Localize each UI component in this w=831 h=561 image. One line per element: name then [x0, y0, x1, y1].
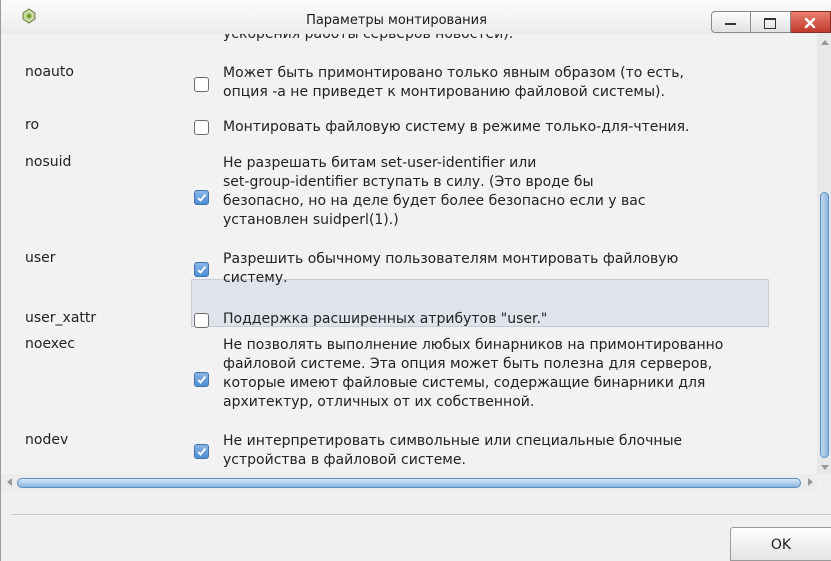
- option-description: Разрешить обычному пользователям монтиро…: [223, 251, 679, 286]
- option-name: noauto: [25, 64, 74, 80]
- option-checkbox-noauto[interactable]: [194, 77, 209, 92]
- scroll-left-icon[interactable]: [7, 478, 12, 486]
- option-checkbox-user_xattr[interactable]: [194, 313, 209, 328]
- option-description: Не разрешать битам set-user-identifier и…: [223, 155, 646, 228]
- option-description: Может быть примонтировано только явным о…: [223, 65, 684, 100]
- horizontal-scrollbar[interactable]: [1, 474, 817, 490]
- scroll-down-icon[interactable]: [821, 465, 829, 470]
- option-name: nosuid: [25, 154, 72, 170]
- option-description: Не позволять выполнение любых бинарников…: [223, 337, 724, 410]
- option-description-partial: ускорения работы серверов новостей).: [223, 34, 514, 42]
- scroll-up-icon[interactable]: [821, 40, 829, 45]
- checkmark-icon: [197, 375, 207, 384]
- scroll-right-icon[interactable]: [808, 478, 813, 486]
- option-description: Не интерпретировать символьные или специ…: [223, 433, 683, 468]
- window-controls: [711, 11, 831, 34]
- option-name: user: [25, 250, 56, 266]
- option-name: ro: [25, 117, 40, 133]
- option-checkbox-noexec[interactable]: [194, 372, 209, 387]
- option-checkbox-user[interactable]: [194, 262, 209, 277]
- option-name: noexec: [25, 336, 75, 352]
- close-icon: [804, 17, 816, 29]
- options-list: ускорения работы серверов новостей). noa…: [1, 34, 817, 474]
- checkmark-icon: [197, 447, 207, 456]
- checkmark-icon: [197, 265, 207, 274]
- vertical-scroll-thumb[interactable]: [820, 192, 829, 458]
- option-checkbox-nodev[interactable]: [194, 444, 209, 459]
- option-description: Монтировать файловую систему в режиме то…: [223, 119, 690, 135]
- divider: [11, 514, 831, 515]
- minimize-button[interactable]: [711, 11, 751, 33]
- option-checkbox-ro[interactable]: [194, 120, 209, 135]
- option-name: nodev: [25, 432, 69, 448]
- vertical-scrollbar[interactable]: [817, 34, 831, 474]
- mount-options-dialog: Параметры монтирования ускорения работы …: [0, 0, 831, 561]
- close-button[interactable]: [791, 11, 831, 33]
- maximize-button[interactable]: [751, 11, 791, 33]
- option-name: user_xattr: [25, 310, 97, 326]
- title-bar[interactable]: Параметры монтирования: [1, 0, 831, 34]
- ok-button[interactable]: OK: [730, 527, 831, 561]
- horizontal-scroll-thumb[interactable]: [17, 478, 801, 488]
- checkmark-icon: [197, 193, 207, 202]
- option-checkbox-nosuid[interactable]: [194, 190, 209, 205]
- option-description: Поддержка расширенных атрибутов "user.": [223, 311, 548, 327]
- window-title: Параметры монтирования: [306, 13, 487, 28]
